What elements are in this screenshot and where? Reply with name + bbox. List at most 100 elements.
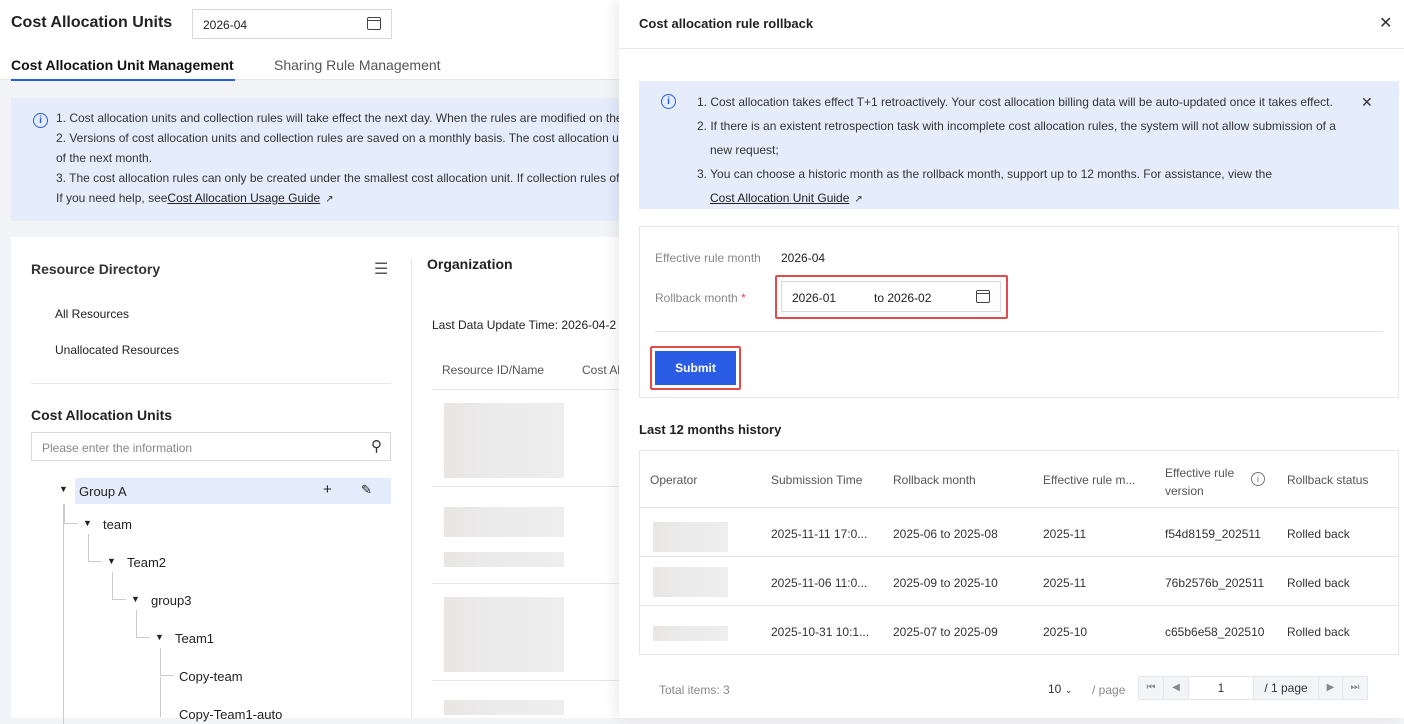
unit-search-input[interactable]: Please enter the information ⚲ — [31, 432, 391, 461]
page-size-select[interactable]: 10 ⌄ — [1048, 682, 1072, 696]
unallocated-resources-item[interactable]: Unallocated Resources — [55, 343, 179, 357]
info-icon: i — [33, 113, 48, 128]
column-header: Resource ID/Name — [442, 363, 545, 377]
rollback-month: 2025-09 to 2025-10 — [893, 576, 998, 590]
notice-line: 1. Cost allocation units and collection … — [56, 111, 620, 125]
tree-connector — [160, 677, 161, 717]
search-icon[interactable]: ⚲ — [371, 437, 382, 455]
history-table: Operator Submission Time Rollback month … — [639, 450, 1399, 655]
redacted-operator — [653, 567, 728, 597]
all-resources-item[interactable]: All Resources — [55, 307, 129, 321]
divider — [432, 389, 622, 390]
usage-guide-link[interactable]: Cost Allocation Usage Guide — [167, 191, 320, 205]
tree-node[interactable]: Team1 — [175, 631, 214, 646]
rollback-range-picker[interactable]: 2026-01 to 2026-02 — [781, 281, 1001, 312]
rollback-month: 2025-07 to 2025-09 — [893, 625, 998, 639]
month-value: 2026-04 — [203, 18, 248, 32]
column-header: Effective rule m... — [1043, 473, 1136, 487]
page-number-input[interactable]: 1 — [1188, 676, 1254, 700]
prev-page-button[interactable]: ◀ — [1163, 676, 1189, 700]
effective-month-label: Effective rule month — [655, 251, 761, 265]
drawer-title: Cost allocation rule rollback — [639, 16, 814, 31]
notice-banner: i 1. Cost allocation units and collectio… — [11, 98, 620, 221]
close-notice-icon[interactable]: ✕ — [1361, 90, 1373, 114]
tree-node[interactable]: Copy-Team1-auto — [179, 707, 282, 722]
submit-button[interactable]: Submit — [655, 351, 736, 385]
last-page-button[interactable]: ⏭ — [1342, 676, 1368, 700]
notice-line: 3. You can choose a historic month as th… — [697, 167, 1272, 181]
notice-line: of the next month. — [56, 151, 153, 165]
last-update-value: 2026-04-2 — [561, 318, 617, 332]
tree-node-group-a[interactable]: Group A — [79, 484, 127, 499]
rollback-status: Rolled back — [1287, 527, 1350, 541]
rollback-status: Rolled back — [1287, 625, 1350, 639]
edit-icon[interactable]: ✎ — [361, 482, 372, 498]
tree-node[interactable]: team — [103, 517, 132, 532]
page-header: Cost Allocation Units 2026-04 Cost Alloc… — [0, 0, 620, 81]
add-icon[interactable]: + — [323, 481, 332, 498]
tab-sharing-rule-management[interactable]: Sharing Rule Management — [274, 57, 441, 73]
total-items: Total items: 3 — [659, 683, 730, 697]
rollback-from: 2026-01 — [792, 291, 837, 305]
table-row: 2025-10-31 10:1... 2025-07 to 2025-09 20… — [640, 605, 1398, 654]
submission-time: 2025-11-11 17:0... — [771, 527, 868, 541]
notice-line: 2. Versions of cost allocation units and… — [56, 131, 619, 145]
tree-connector — [64, 504, 78, 524]
tab-cost-allocation-unit-management[interactable]: Cost Allocation Unit Management — [11, 57, 235, 81]
caret-down-icon[interactable]: ▼ — [107, 556, 116, 566]
caret-down-icon[interactable]: ▼ — [131, 594, 140, 604]
tree-node[interactable]: Team2 — [127, 555, 166, 570]
tree-connector — [160, 648, 174, 676]
caret-down-icon[interactable]: ▼ — [83, 518, 92, 528]
column-header: Operator — [650, 473, 698, 487]
column-header: Rollback month — [893, 473, 976, 487]
divider — [432, 680, 622, 681]
tree-node[interactable]: group3 — [151, 593, 191, 608]
rollback-status: Rolled back — [1287, 576, 1350, 590]
search-placeholder: Please enter the information — [42, 441, 193, 455]
external-link-icon: ↗ — [854, 194, 863, 205]
divider — [655, 331, 1383, 332]
organization-title: Organization — [427, 256, 513, 272]
column-header: Effective rule version — [1165, 466, 1235, 498]
page-total: / 1 page — [1253, 676, 1319, 700]
divider — [432, 583, 622, 584]
redacted-resource — [444, 597, 564, 672]
tree-connector — [136, 610, 150, 638]
rollback-drawer: Cost allocation rule rollback ✕ i ✕ 1. C… — [619, 0, 1404, 718]
page-size-value: 10 — [1048, 682, 1062, 696]
content-panel: Resource Directory ☰ All Resources Unall… — [11, 237, 622, 724]
effective-month: 2025-11 — [1043, 527, 1087, 541]
divider — [31, 383, 391, 384]
redacted-resource — [444, 700, 564, 715]
notice-line: 2. If there is an existent retrospection… — [697, 119, 1336, 133]
effective-month: 2025-10 — [1043, 625, 1088, 639]
divider — [411, 258, 412, 718]
rollback-to: to 2026-02 — [874, 291, 932, 305]
caret-down-icon[interactable]: ▼ — [59, 484, 68, 494]
rule-version: 76b2576b_202511 — [1165, 576, 1265, 590]
tree-connector — [88, 534, 102, 562]
last-update-label: Last Data Update Time: — [432, 318, 559, 332]
tree-node[interactable]: Copy-team — [179, 669, 243, 684]
next-page-button[interactable]: ▶ — [1318, 676, 1343, 700]
calendar-icon — [976, 290, 990, 303]
first-page-button[interactable]: ⏮ — [1138, 676, 1164, 700]
divider — [432, 486, 622, 487]
redacted-resource — [444, 552, 564, 567]
tree-connector — [63, 504, 64, 724]
info-icon[interactable]: i — [1251, 472, 1265, 486]
per-page-label: / page — [1092, 683, 1126, 697]
external-link-icon: ↗ — [325, 194, 334, 205]
collapse-menu-icon[interactable]: ☰ — [374, 259, 388, 279]
column-header: Submission Time — [771, 473, 863, 487]
month-picker[interactable]: 2026-04 — [192, 9, 392, 39]
redacted-operator — [653, 626, 728, 641]
submission-time: 2025-10-31 10:1... — [771, 625, 870, 639]
tree-connector — [112, 572, 126, 600]
redacted-resource — [444, 507, 564, 537]
close-icon[interactable]: ✕ — [1379, 13, 1392, 33]
caret-down-icon[interactable]: ▼ — [155, 632, 164, 642]
unit-guide-link[interactable]: Cost Allocation Unit Guide — [710, 191, 849, 205]
chevron-down-icon: ⌄ — [1064, 685, 1073, 695]
